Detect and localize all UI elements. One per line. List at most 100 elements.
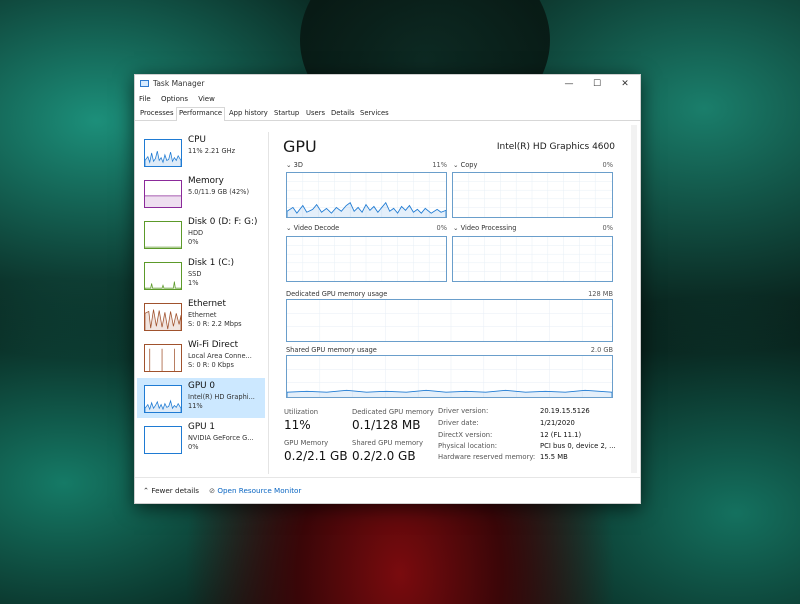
sidebar-item-disk-1[interactable]: Disk 1 (C:) SSD 1% [137, 255, 265, 295]
chevron-up-icon: ⌃ [143, 486, 150, 495]
sidebar-item-gpu-1[interactable]: GPU 1 NVIDIA GeForce G... 0% [137, 419, 265, 459]
hardware-reserved-memory-key: Hardware reserved memory: [438, 453, 536, 461]
sidebar-item-detail: 0% [188, 443, 199, 451]
engine-video-processing-value: 0% [602, 224, 613, 232]
sidebar-item-wifi-direct[interactable]: Wi-Fi Direct Local Area Conne... S: 0 R:… [137, 337, 265, 377]
engine-video-decode-graph [286, 236, 447, 282]
window-title: Task Manager [153, 79, 205, 88]
sidebar-item-detail: Local Area Conne... [188, 352, 252, 360]
physical-location-key: Physical location: [438, 442, 498, 450]
tab-services[interactable]: Services [358, 108, 391, 119]
sidebar-item-detail: NVIDIA GeForce G... [188, 434, 254, 442]
physical-location-value: PCI bus 0, device 2, ... [540, 442, 616, 450]
sidebar-item-detail: 0% [188, 238, 199, 246]
minimize-button[interactable]: — [556, 76, 582, 92]
tab-strip: Processes Performance App history Startu… [135, 107, 640, 121]
gpu-0-thumbnail-graph [144, 385, 182, 413]
sidebar-item-detail: S: 0 R: 2.2 Mbps [188, 320, 242, 328]
memory-thumbnail-graph [144, 180, 182, 208]
sidebar-divider [268, 132, 269, 474]
sidebar-item-memory[interactable]: Memory 5.0/11.9 GB (42%) [137, 173, 265, 213]
engine-copy-label[interactable]: ⌄ Copy [453, 161, 477, 169]
sidebar-item-detail: 11% [188, 402, 203, 410]
gpu-adapter-name: Intel(R) HD Graphics 4600 [496, 142, 615, 152]
shared-gpu-memory-label: Shared GPU memory [352, 439, 423, 447]
gpu-1-thumbnail-graph [144, 426, 182, 454]
sidebar-item-detail: Ethernet [188, 311, 217, 319]
engine-copy-value: 0% [602, 161, 613, 169]
engine-3d-graph [286, 172, 447, 218]
disk-0-thumbnail-graph [144, 221, 182, 249]
tab-details[interactable]: Details [329, 108, 357, 119]
fewer-details-button[interactable]: ⌃ Fewer details [143, 486, 199, 495]
sidebar-item-detail: S: 0 R: 0 Kbps [188, 361, 234, 369]
sidebar-item-ethernet[interactable]: Ethernet Ethernet S: 0 R: 2.2 Mbps [137, 296, 265, 336]
fewer-details-label: Fewer details [151, 486, 199, 495]
sidebar-item-name: Disk 1 (C:) [188, 258, 235, 268]
hardware-reserved-memory-value: 15.5 MB [540, 453, 568, 461]
disk-1-thumbnail-graph [144, 262, 182, 290]
engine-video-processing-label[interactable]: ⌄ Video Processing [453, 224, 516, 232]
engine-3d-label[interactable]: ⌄ 3D [286, 161, 303, 169]
menu-file[interactable]: File [139, 95, 151, 103]
dedicated-memory-label: Dedicated GPU memory usage [286, 290, 388, 298]
sidebar-item-name: CPU [188, 135, 206, 145]
sidebar-item-name: GPU 0 [188, 381, 215, 391]
close-button[interactable]: ✕ [612, 76, 638, 92]
sidebar-item-gpu-0[interactable]: GPU 0 Intel(R) HD Graphi... 11% [137, 378, 265, 418]
open-resource-monitor-link[interactable]: ⊘ Open Resource Monitor [209, 486, 301, 495]
resource-monitor-icon: ⊘ [209, 486, 216, 495]
dedicated-memory-graph [286, 299, 613, 342]
sidebar-item-detail: SSD [188, 270, 202, 278]
engine-label: Copy [460, 161, 478, 169]
page-title: GPU [283, 137, 317, 156]
sidebar-item-cpu[interactable]: CPU 11% 2.21 GHz [137, 132, 265, 172]
sidebar-item-name: Disk 0 (D: F: G:) [188, 217, 258, 227]
task-manager-icon [140, 80, 149, 87]
shared-memory-max: 2.0 GB [590, 346, 613, 354]
tab-performance[interactable]: Performance [176, 107, 226, 121]
tab-app-history[interactable]: App history [227, 108, 270, 119]
sidebar-item-name: Memory [188, 176, 224, 186]
engine-copy-graph [452, 172, 613, 218]
sidebar-item-name: Ethernet [188, 299, 226, 309]
engine-video-decode-label[interactable]: ⌄ Video Decode [286, 224, 339, 232]
menu-bar: File Options View [139, 95, 223, 106]
engine-label: 3D [293, 161, 303, 169]
engine-video-decode-value: 0% [436, 224, 447, 232]
sidebar-item-name: Wi-Fi Direct [188, 340, 239, 350]
utilization-value: 11% [284, 418, 311, 432]
tab-startup[interactable]: Startup [272, 108, 301, 119]
task-manager-window: Task Manager — ☐ ✕ File Options View Pro… [134, 74, 641, 504]
maximize-button[interactable]: ☐ [584, 76, 610, 92]
sidebar-item-detail: Intel(R) HD Graphi... [188, 393, 255, 401]
menu-view[interactable]: View [198, 95, 215, 103]
gpu-memory-label: GPU Memory [284, 439, 329, 447]
shared-memory-graph [286, 355, 613, 398]
directx-version-value: 12 (FL 11.1) [540, 431, 582, 439]
menu-options[interactable]: Options [161, 95, 188, 103]
driver-version-key: Driver version: [438, 407, 489, 415]
sidebar-item-detail: 11% 2.21 GHz [188, 147, 236, 155]
ethernet-thumbnail-graph [144, 303, 182, 331]
performance-sidebar: CPU 11% 2.21 GHz Memory 5.0/11.9 GB (42%… [135, 132, 266, 474]
sidebar-item-detail: HDD [188, 229, 204, 237]
sidebar-item-disk-0[interactable]: Disk 0 (D: F: G:) HDD 0% [137, 214, 265, 254]
dedicated-memory-max: 128 MB [588, 290, 613, 298]
vertical-scrollbar[interactable] [631, 125, 637, 473]
engine-3d-value: 11% [432, 161, 447, 169]
sidebar-item-detail: 1% [188, 279, 199, 287]
driver-version-value: 20.19.15.5126 [540, 407, 590, 415]
driver-date-value: 1/21/2020 [540, 419, 575, 427]
engine-label: Video Decode [293, 224, 340, 232]
engine-video-processing-graph [452, 236, 613, 282]
sidebar-item-detail: 5.0/11.9 GB (42%) [188, 188, 250, 196]
shared-gpu-memory-value: 0.2/2.0 GB [352, 449, 416, 463]
tab-processes[interactable]: Processes [138, 108, 176, 119]
footer-bar: ⌃ Fewer details ⊘ Open Resource Monitor [135, 477, 640, 504]
tab-users[interactable]: Users [304, 108, 327, 119]
shared-memory-label: Shared GPU memory usage [286, 346, 377, 354]
sidebar-item-name: GPU 1 [188, 422, 215, 432]
cpu-thumbnail-graph [144, 139, 182, 167]
dedicated-gpu-memory-value: 0.1/128 MB [352, 418, 421, 432]
